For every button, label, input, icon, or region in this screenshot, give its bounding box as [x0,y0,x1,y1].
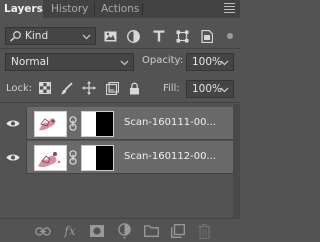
panel-menu-icon[interactable] [224,3,235,15]
link-chain-icon[interactable] [69,150,77,168]
layers-bottom-toolbar: fx [0,218,240,242]
layer-mask-thumbnail[interactable] [81,145,114,171]
link-layers-icon[interactable] [35,223,51,239]
filter-kind-dropdown[interactable]: Kind [5,27,96,45]
blend-mode-value: Normal [11,56,49,68]
panel-tab-bar: Layers History Actions [0,0,240,18]
opacity-field[interactable]: 100% [186,53,234,71]
new-group-folder-icon[interactable] [143,223,159,239]
new-layer-icon[interactable] [170,223,186,239]
layer-name[interactable]: Scan-160112-00... [124,151,216,162]
adjustment-filter-icon[interactable] [126,27,140,45]
opacity-value: 100% [192,56,223,68]
lock-position-move-icon[interactable] [81,80,97,96]
tab-actions-label: Actions [101,3,140,15]
prevent-auto-nesting-icon[interactable] [104,80,120,96]
filter-kind-label: Kind [25,30,49,42]
link-chain-icon[interactable] [69,116,77,134]
fill-value: 100% [192,83,223,95]
layer-thumbnail[interactable] [34,145,67,171]
add-layer-mask-icon[interactable] [89,223,105,239]
divider [0,102,240,103]
type-filter-icon[interactable] [152,27,166,45]
chevron-down-icon [220,58,229,69]
delete-layer-trash-icon[interactable] [196,223,212,239]
shape-filter-icon[interactable] [175,27,189,45]
tab-layers[interactable]: Layers [0,0,43,18]
lock-all-icon[interactable] [126,80,142,96]
lock-transparent-pixels-icon[interactable] [37,80,53,96]
chevron-down-icon [120,58,129,69]
blend-mode-dropdown[interactable]: Normal [5,53,134,71]
tab-actions[interactable]: Actions [97,0,143,18]
fill-label: Fill: [163,83,180,94]
eye-icon [6,120,20,127]
layers-scrollbar[interactable] [233,104,240,218]
chevron-down-icon [220,85,229,96]
smart-object-filter-icon[interactable] [200,27,214,45]
lock-label: Lock: [6,83,33,94]
opacity-label: Opacity: [142,55,184,66]
layer-row[interactable]: Scan-160112-00... [0,141,233,174]
new-fill-adjustment-layer-icon[interactable] [116,223,132,239]
tab-layers-label: Layers [4,3,43,15]
chevron-down-icon [82,32,91,43]
tab-history[interactable]: History [47,0,92,18]
layer-visibility-toggle[interactable] [0,141,27,174]
eye-icon [6,154,20,161]
divider [0,48,240,49]
layer-visibility-toggle[interactable] [0,107,27,140]
layer-name[interactable]: Scan-160111-00... [124,117,216,128]
tab-history-label: History [51,3,89,15]
tab-divider [94,3,95,15]
layer-style-fx-icon[interactable]: fx [62,223,78,239]
fill-field[interactable]: 100% [186,80,234,98]
layers-list: Scan-160111-00... Scan-160112-00... [0,104,240,218]
layer-thumbnail[interactable] [34,111,67,137]
layer-mask-thumbnail[interactable] [81,111,114,137]
tab-divider [142,3,143,15]
search-icon [9,30,22,45]
image-filter-icon[interactable] [103,27,117,45]
filter-toggle-switch[interactable] [226,27,234,45]
lock-image-pixels-brush-icon[interactable] [59,80,75,96]
layer-row[interactable]: Scan-160111-00... [0,107,233,140]
